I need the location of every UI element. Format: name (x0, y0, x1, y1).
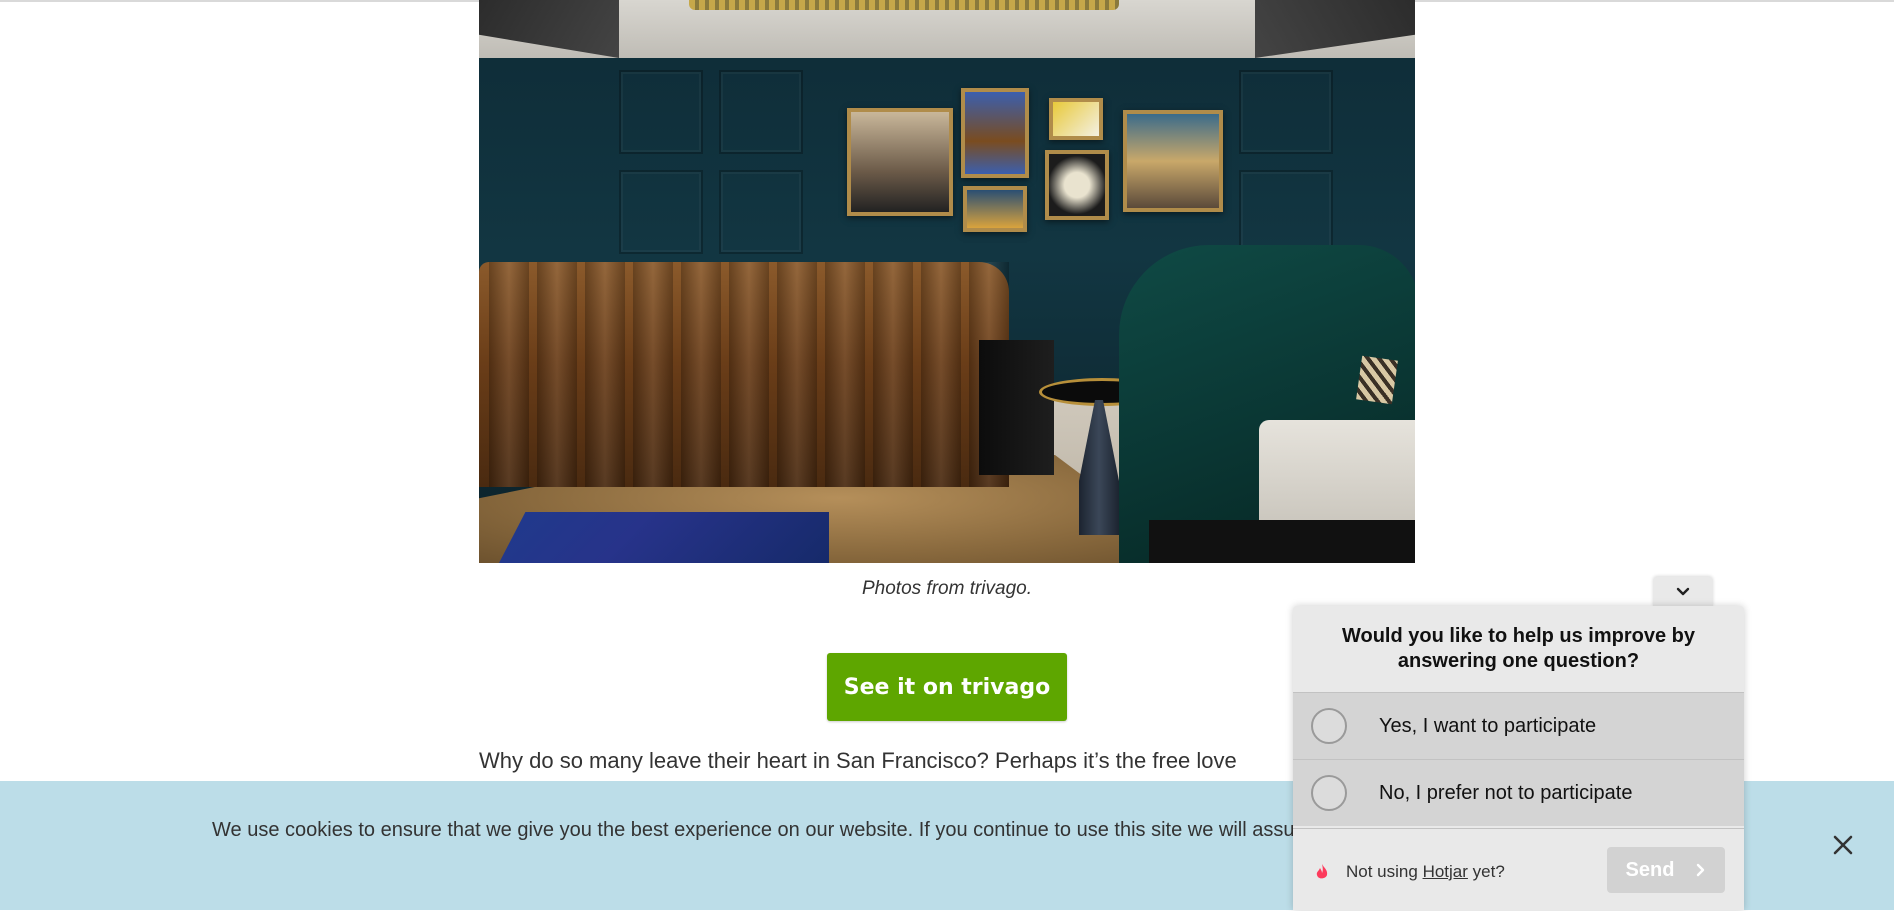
wall-panel (619, 70, 703, 154)
hotel-lounge-photo (479, 0, 1415, 563)
photo-caption: Photos from trivago. (861, 578, 1033, 599)
footer-suffix: yet? (1472, 862, 1505, 881)
see-on-trivago-button[interactable]: See it on trivago (827, 653, 1067, 721)
footer-prefix: Not using (1346, 862, 1418, 881)
hotjar-flame-icon (1316, 864, 1328, 879)
hotjar-link[interactable]: Hotjar (1423, 862, 1468, 881)
framed-artwork (847, 108, 953, 216)
sofa-segment (825, 262, 865, 487)
wall-panel (1239, 170, 1333, 254)
send-label: Send (1625, 858, 1675, 881)
framed-artwork (961, 88, 1029, 178)
poll-option-label: No, I prefer not to participate (1379, 781, 1633, 804)
side-table-leg (1079, 400, 1119, 535)
sofa-segment (681, 262, 721, 487)
photo-chandelier (689, 0, 1119, 10)
send-button[interactable]: Send (1607, 847, 1725, 893)
sofa-segment (729, 262, 769, 487)
sofa-segment (585, 262, 625, 487)
photo-blue-rug (499, 512, 829, 563)
framed-artwork (1123, 110, 1223, 212)
wall-panel (719, 70, 803, 154)
wall-panel (619, 170, 703, 254)
chevron-down-icon[interactable] (1653, 577, 1713, 607)
radio-button[interactable] (1311, 775, 1347, 811)
not-using-hotjar-text: Not using Hotjar yet? (1346, 862, 1505, 882)
poll-option-label: Yes, I want to participate (1379, 714, 1597, 737)
radio-button[interactable] (1311, 708, 1347, 744)
framed-artwork (963, 186, 1027, 232)
poll-footer: Not using Hotjar yet? Send (1293, 828, 1744, 911)
leather-sofa (479, 262, 1009, 487)
poll-option-no[interactable]: No, I prefer not to participate (1293, 759, 1744, 826)
close-icon-glyph (1833, 835, 1853, 855)
chevron-down-icon-glyph (1676, 587, 1690, 596)
sofa-segment (633, 262, 673, 487)
patterned-cushion (1356, 355, 1398, 405)
framed-artwork (1045, 150, 1109, 220)
framed-artwork (1049, 98, 1103, 140)
chevron-right-icon (1697, 863, 1705, 877)
armchair-seat (1259, 420, 1415, 530)
sofa-segment (537, 262, 577, 487)
armchair-base (1149, 520, 1415, 563)
wall-panel (719, 170, 803, 254)
poll-option-yes[interactable]: Yes, I want to participate (1293, 692, 1744, 759)
sofa-segment (777, 262, 817, 487)
sofa-segment (873, 262, 913, 487)
feedback-poll-widget: Would you like to help us improve by ans… (1293, 606, 1744, 910)
close-icon[interactable] (1827, 829, 1859, 861)
wall-panel (1239, 70, 1333, 154)
poll-question: Would you like to help us improve by ans… (1341, 625, 1695, 672)
sofa-segment (921, 262, 961, 487)
sofa-segment (489, 262, 529, 487)
